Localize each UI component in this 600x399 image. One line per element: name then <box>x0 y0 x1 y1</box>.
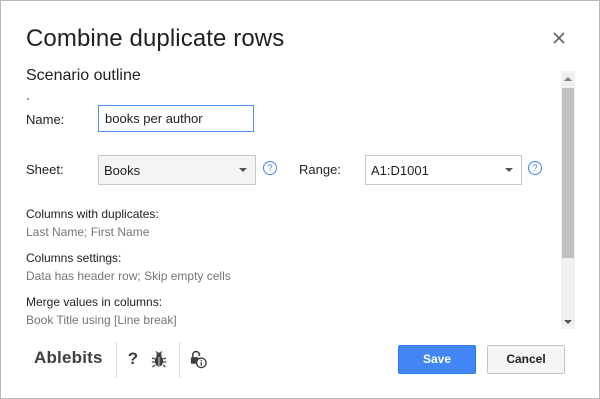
decorative-dot <box>27 98 29 100</box>
sheet-help-icon[interactable]: ? <box>263 161 277 175</box>
range-help-icon[interactable]: ? <box>528 161 542 175</box>
chevron-down-icon <box>239 168 247 172</box>
range-label: Range: <box>299 162 341 177</box>
scroll-thumb[interactable] <box>562 88 574 258</box>
summary-merge-label: Merge values in columns: <box>26 295 163 309</box>
bug-icon[interactable] <box>150 350 168 368</box>
help-icon[interactable]: ? <box>124 349 142 368</box>
summary-settings-label: Columns settings: <box>26 251 122 265</box>
ablebits-logo: Ablebits <box>34 348 103 367</box>
summary-duplicates-value: Last Name; First Name <box>26 225 150 239</box>
summary-duplicates-label: Columns with duplicates: <box>26 207 159 221</box>
sheet-select[interactable]: Books <box>98 155 256 185</box>
scroll-down-arrow-icon[interactable] <box>564 320 572 324</box>
footer-divider <box>116 342 117 378</box>
range-select[interactable]: A1:D1001 <box>365 155 522 185</box>
chevron-down-icon <box>505 168 513 172</box>
content-scrollbar[interactable] <box>561 71 575 329</box>
scenario-content: Scenario outline Name: Sheet: Books ? Ra… <box>1 61 575 329</box>
summary-merge-value: Book Title using [Line break] <box>26 313 177 327</box>
name-label: Name: <box>26 112 65 127</box>
dialog-footer: Ablebits ? Save Cancel <box>1 334 599 384</box>
dialog-title: Combine duplicate rows <box>26 25 285 52</box>
save-button[interactable]: Save <box>398 345 476 374</box>
name-input[interactable] <box>98 105 254 132</box>
section-title: Scenario outline <box>26 67 141 84</box>
footer-divider <box>179 342 180 378</box>
combine-rows-dialog: Combine duplicate rows Scenario outline … <box>0 0 600 399</box>
sheet-label: Sheet: <box>26 162 64 177</box>
summary-settings-value: Data has header row; Skip empty cells <box>26 269 231 283</box>
range-select-value: A1:D1001 <box>371 162 429 178</box>
cancel-button[interactable]: Cancel <box>487 345 565 374</box>
sheet-select-value: Books <box>104 162 141 178</box>
close-icon[interactable] <box>549 28 569 48</box>
scroll-up-arrow-icon[interactable] <box>564 77 572 81</box>
privacy-info-icon[interactable] <box>189 350 207 368</box>
